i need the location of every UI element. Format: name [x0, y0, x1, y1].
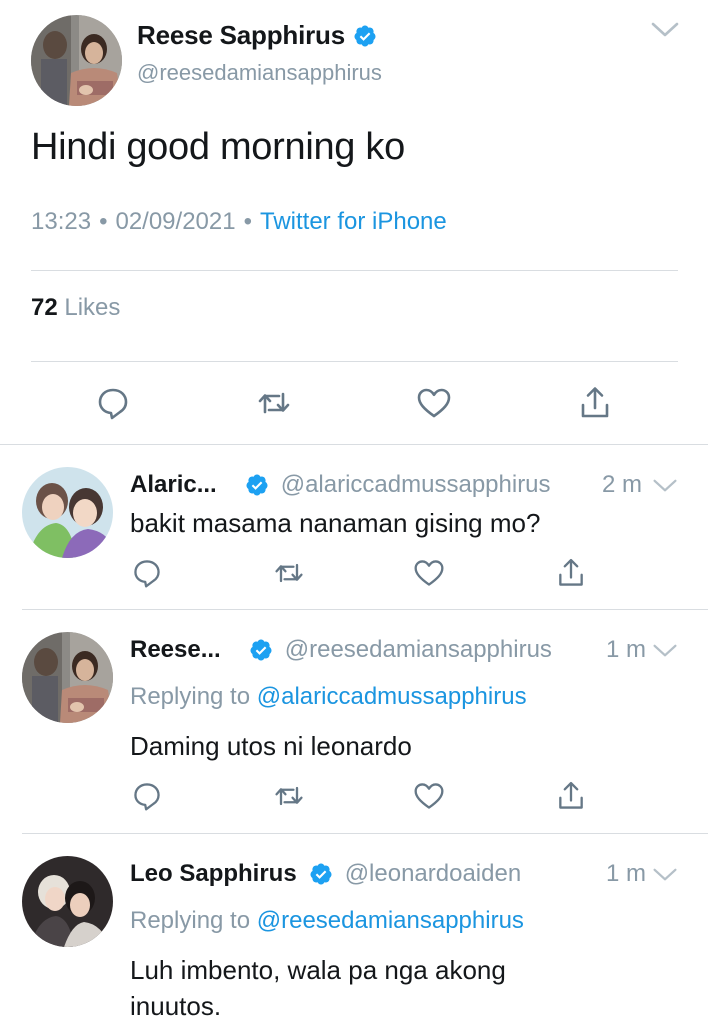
reply-tweet[interactable]: Leo Sapphirus @leonardoaiden 1 m Replyin…: [0, 834, 708, 1024]
display-name[interactable]: Reese...: [130, 636, 221, 664]
likes-stat[interactable]: 72 Likes: [31, 294, 120, 322]
replying-prefix: Replying to: [130, 907, 251, 934]
verified-badge-icon: [353, 24, 377, 48]
share-icon[interactable]: [555, 780, 587, 812]
avatar-image: [31, 15, 122, 106]
reply-icon[interactable]: [95, 385, 131, 421]
avatar[interactable]: [22, 467, 113, 558]
meta-separator: •: [99, 208, 108, 235]
reply-time: 1 m: [606, 860, 647, 887]
handle[interactable]: @reesedamiansapphirus: [137, 60, 382, 86]
likes-count: 72: [31, 294, 58, 321]
meta-separator: •: [243, 208, 252, 235]
display-name[interactable]: Leo Sapphirus: [130, 860, 297, 888]
chevron-down-icon[interactable]: [652, 866, 678, 884]
reply-tweet[interactable]: Reese... @reesedamiansapphirus 1 m Reply…: [0, 610, 708, 834]
reply-header: Alaric... @alariccadmussapphirus: [130, 471, 551, 499]
reply-time: 1 m: [606, 636, 647, 663]
share-icon[interactable]: [577, 385, 613, 421]
main-tweet: Reese Sapphirus @reesedamiansapphirus Hi…: [0, 0, 708, 445]
chevron-down-icon[interactable]: [652, 477, 678, 495]
tweet-date: 02/09/2021: [115, 208, 236, 235]
like-icon[interactable]: [416, 385, 452, 421]
replying-to: Replying to @reesedamiansapphirus: [130, 907, 524, 935]
like-icon[interactable]: [413, 780, 445, 812]
handle[interactable]: @reesedamiansapphirus: [285, 636, 552, 664]
chevron-down-icon[interactable]: [652, 642, 678, 660]
reply-header: Reese... @reesedamiansapphirus: [130, 636, 552, 664]
replying-to-link[interactable]: @reesedamiansapphirus: [257, 907, 524, 934]
tweet-actions: [0, 383, 708, 423]
author-name-row[interactable]: Reese Sapphirus: [137, 20, 377, 51]
chevron-down-icon[interactable]: [650, 20, 680, 40]
display-name[interactable]: Alaric...: [130, 471, 217, 499]
tweet-meta: 13:23 • 02/09/2021 • Twitter for iPhone: [31, 208, 447, 236]
verified-badge-icon: [249, 638, 273, 662]
reply-text: Daming utos ni leonardo: [130, 731, 412, 761]
reply-tweet[interactable]: Alaric... @alariccadmussapphirus 2 m bak…: [0, 445, 708, 610]
retweet-icon[interactable]: [273, 780, 305, 812]
avatar[interactable]: [31, 15, 122, 106]
avatar[interactable]: [22, 856, 113, 947]
reply-icon[interactable]: [131, 557, 163, 589]
reply-time: 2 m: [602, 471, 643, 498]
share-icon[interactable]: [555, 557, 587, 589]
tweet-source-link[interactable]: Twitter for iPhone: [260, 208, 447, 236]
avatar[interactable]: [22, 632, 113, 723]
verified-badge-icon: [245, 473, 269, 497]
like-icon[interactable]: [413, 557, 445, 589]
tweet-time: 13:23: [31, 208, 92, 235]
retweet-icon[interactable]: [256, 385, 292, 421]
display-name[interactable]: Reese Sapphirus: [137, 20, 345, 51]
replying-to-link[interactable]: @alariccadmussapphirus: [257, 683, 527, 710]
divider: [31, 270, 678, 271]
verified-badge-icon: [309, 862, 333, 886]
retweet-icon[interactable]: [273, 557, 305, 589]
likes-label: Likes: [64, 294, 121, 321]
handle[interactable]: @leonardoaiden: [345, 860, 522, 888]
reply-text: bakit masama nanaman gising mo?: [130, 508, 541, 538]
replying-prefix: Replying to: [130, 683, 251, 710]
avatar-image: [22, 856, 113, 947]
avatar-image: [22, 467, 113, 558]
handle[interactable]: @alariccadmussapphirus: [281, 471, 551, 499]
avatar-image: [22, 632, 113, 723]
divider: [31, 361, 678, 362]
reply-text: Luh imbento, wala pa nga akong inuutos.: [130, 955, 506, 1021]
tweet-text: Hindi good morning ko: [31, 126, 405, 168]
reply-icon[interactable]: [131, 780, 163, 812]
replying-to: Replying to @alariccadmussapphirus: [130, 683, 527, 711]
reply-header: Leo Sapphirus @leonardoaiden: [130, 860, 521, 888]
